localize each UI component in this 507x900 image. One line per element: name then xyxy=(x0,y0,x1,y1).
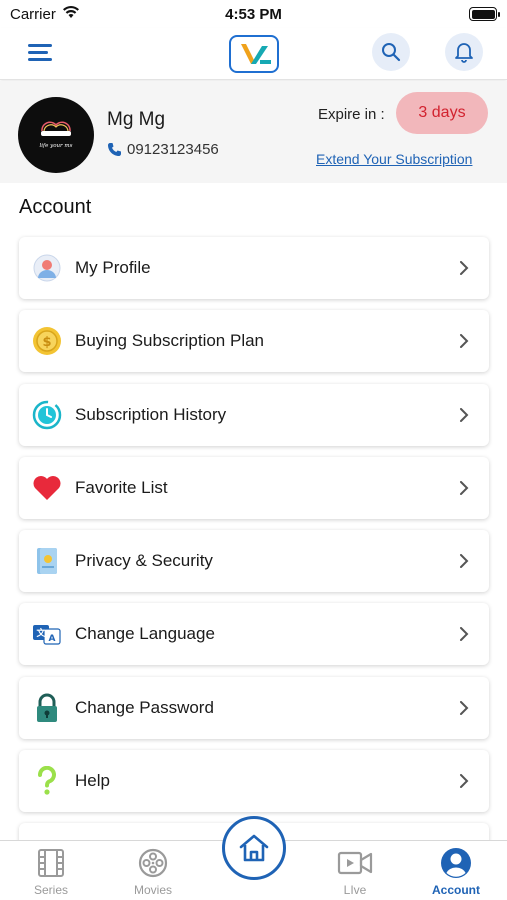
v-logo-icon[interactable] xyxy=(229,35,279,73)
menu-item-change-password[interactable]: Change Password xyxy=(19,676,489,739)
menu-item-label: Change Password xyxy=(75,697,214,717)
home-button[interactable] xyxy=(222,816,286,880)
status-bar: Carrier 4:53 PM xyxy=(0,0,507,28)
menu-item-my-profile[interactable]: My Profile xyxy=(19,237,489,299)
menu-item-label: Favorite List xyxy=(75,477,168,497)
clock-history-icon xyxy=(32,400,62,430)
profile-header: life your ms Mg Mg 09123123456 Expire in… xyxy=(0,81,507,183)
battery-icon xyxy=(469,7,500,21)
expire-days-badge: 3 days xyxy=(396,92,488,134)
menu-item-subscription-history[interactable]: Subscription History xyxy=(19,383,489,446)
menu-item-label: Privacy & Security xyxy=(75,551,213,571)
film-reel-icon xyxy=(138,848,168,878)
chevron-right-icon xyxy=(460,627,469,642)
search-button[interactable] xyxy=(372,33,410,71)
tab-live[interactable]: LIve xyxy=(315,847,395,897)
home-icon xyxy=(239,834,269,862)
expire-label: Expire in : xyxy=(318,106,385,123)
document-icon xyxy=(32,546,62,576)
tab-label: Account xyxy=(432,883,480,897)
lock-icon xyxy=(32,693,62,723)
menu-item-help[interactable]: Help xyxy=(19,750,489,813)
menu-item-label: Buying Subscription Plan xyxy=(75,331,265,351)
question-icon xyxy=(32,766,62,796)
svg-text:文: 文 xyxy=(35,627,46,639)
phone-number: 09123123456 xyxy=(127,141,219,158)
avatar-caption: life your ms xyxy=(40,143,73,149)
menu-item-favorite-list[interactable]: Favorite List xyxy=(19,456,489,519)
phone-icon xyxy=(108,143,121,156)
section-title: Account xyxy=(19,196,92,218)
account-icon xyxy=(441,848,471,878)
notification-button[interactable] xyxy=(445,33,483,71)
tab-label: LIve xyxy=(343,883,367,897)
phone-row: 09123123456 xyxy=(107,141,219,158)
svg-text:$: $ xyxy=(42,335,51,350)
menu-item-change-language[interactable]: 文 A Change Language xyxy=(19,603,489,666)
menu-item-label: Subscription History xyxy=(75,404,227,424)
tab-account[interactable]: Account xyxy=(416,847,496,897)
menu-item-privacy-security[interactable]: Privacy & Security xyxy=(19,530,489,593)
chevron-right-icon xyxy=(460,334,469,349)
account-menu-list: My Profile $ Buying Subscription Plan Su… xyxy=(19,237,489,897)
menu-item-label: My Profile xyxy=(75,258,151,277)
chevron-right-icon xyxy=(460,480,469,495)
menu-item-label: Change Language xyxy=(75,624,215,644)
clock: 4:53 PM xyxy=(225,6,282,23)
chevron-right-icon xyxy=(460,261,469,275)
search-icon xyxy=(382,43,401,62)
translate-icon: 文 A xyxy=(32,619,62,649)
menu-item-label: Help xyxy=(75,771,110,791)
film-strip-icon xyxy=(38,849,64,877)
chevron-right-icon xyxy=(460,774,469,789)
tab-series[interactable]: Series xyxy=(11,847,91,897)
chevron-right-icon xyxy=(460,407,469,422)
menu-item-buying-subscription-plan[interactable]: $ Buying Subscription Plan xyxy=(19,310,489,373)
coin-icon: $ xyxy=(32,326,62,356)
chevron-right-icon xyxy=(460,700,469,715)
hamburger-menu-icon[interactable] xyxy=(28,42,54,64)
svg-text:A: A xyxy=(49,634,56,644)
tab-movies[interactable]: Movies xyxy=(113,847,193,897)
avatar[interactable]: life your ms xyxy=(18,97,94,173)
chevron-right-icon xyxy=(460,554,469,569)
user-profile-icon xyxy=(32,253,62,283)
bell-icon xyxy=(455,43,473,63)
tab-label: Movies xyxy=(133,883,172,897)
top-navigation-bar xyxy=(0,28,507,80)
heart-icon xyxy=(32,473,62,503)
extend-subscription-link[interactable]: Extend Your Subscription xyxy=(316,151,472,167)
tab-label: Series xyxy=(33,883,68,897)
user-name: Mg Mg xyxy=(107,109,166,130)
video-icon xyxy=(337,851,373,875)
